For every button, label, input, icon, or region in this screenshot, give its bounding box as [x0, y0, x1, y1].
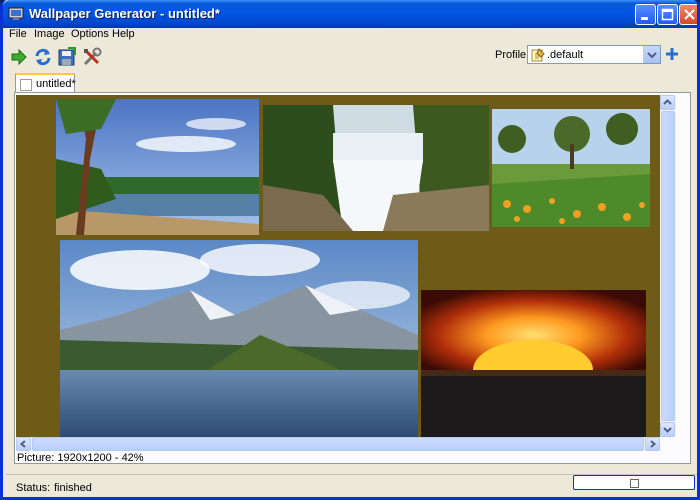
- menu-options[interactable]: Options: [71, 28, 109, 40]
- app-icon: [8, 7, 24, 20]
- status-value: finished: [54, 482, 92, 494]
- horizontal-scrollbar[interactable]: [16, 437, 660, 451]
- progress-marker: [630, 479, 639, 488]
- add-profile-icon[interactable]: [665, 47, 679, 61]
- tab-untitled[interactable]: untitled*: [15, 73, 76, 93]
- horizontal-scroll-thumb[interactable]: [32, 437, 644, 451]
- minimize-button[interactable]: [635, 4, 656, 25]
- maximize-button[interactable]: [657, 4, 678, 25]
- scroll-left-button[interactable]: [16, 437, 31, 451]
- photo-waterfall[interactable]: [263, 105, 489, 231]
- vertical-scrollbar[interactable]: [660, 95, 676, 437]
- chevron-up-icon: [663, 99, 672, 105]
- refresh-icon[interactable]: [32, 46, 54, 68]
- window-title: Wallpaper Generator - untitled*: [29, 6, 220, 21]
- photo-beach-tree[interactable]: [56, 99, 259, 235]
- minimize-icon: [641, 17, 648, 20]
- chevron-right-icon: [650, 440, 657, 448]
- menu-help[interactable]: Help: [112, 28, 135, 40]
- scroll-down-button[interactable]: [660, 422, 675, 437]
- photo-sunset-sea[interactable]: [421, 290, 646, 437]
- profile-icon: [531, 48, 545, 62]
- photo-mountain-lake[interactable]: [60, 240, 418, 437]
- save-icon[interactable]: [56, 46, 78, 68]
- photo-flower-meadow[interactable]: [492, 109, 650, 227]
- profile-dropdown[interactable]: .default: [527, 45, 661, 64]
- picture-info: Picture: 1920x1200 - 42%: [17, 452, 144, 464]
- status-label: Status:: [16, 482, 51, 494]
- profile-value: .default: [547, 49, 584, 61]
- arrow-right-icon[interactable]: [8, 46, 30, 68]
- chevron-down-icon: [647, 52, 657, 59]
- app-window: Wallpaper Generator - untitled* File Ima…: [0, 0, 700, 500]
- title-bar[interactable]: Wallpaper Generator - untitled*: [3, 0, 697, 28]
- menu-file[interactable]: File: [9, 28, 27, 40]
- close-button[interactable]: [679, 4, 697, 25]
- tab-document-icon: [20, 79, 32, 91]
- scroll-up-button[interactable]: [660, 95, 675, 110]
- progress-bar: [573, 475, 695, 490]
- menu-image[interactable]: Image: [34, 28, 65, 40]
- tools-icon[interactable]: [81, 46, 103, 68]
- chevron-left-icon: [19, 440, 26, 448]
- menu-bar: File Image Options Help: [3, 28, 697, 43]
- profile-label: Profile:: [495, 49, 530, 61]
- close-icon: [684, 9, 695, 20]
- wallpaper-canvas[interactable]: [16, 95, 660, 437]
- tab-label: untitled*: [36, 78, 76, 90]
- scroll-right-button[interactable]: [645, 437, 660, 451]
- maximize-icon: [661, 8, 674, 21]
- chevron-down-icon: [663, 427, 672, 433]
- vertical-scroll-thumb[interactable]: [661, 111, 675, 421]
- profile-dropdown-button[interactable]: [643, 46, 660, 63]
